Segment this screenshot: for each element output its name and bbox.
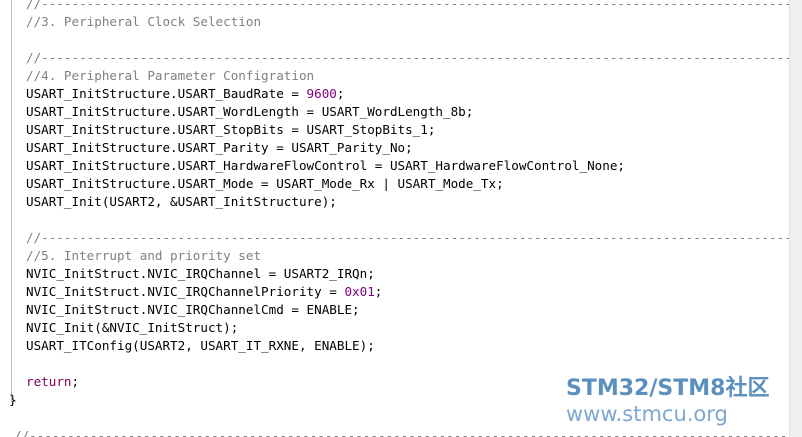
watermark-url: www.stmcu.org xyxy=(566,402,728,426)
code-line-comment: //4. Peripheral Parameter Configration xyxy=(26,68,315,83)
code-line: NVIC_InitStruct.NVIC_IRQChannelCmd = ENA… xyxy=(26,302,360,317)
code-text: NVIC_InitStruct.NVIC_IRQChannelPriority … xyxy=(26,284,345,299)
code-line: NVIC_Init(&NVIC_InitStruct); xyxy=(26,320,239,335)
watermark: STM32/STM8社区 www.stmcu.org xyxy=(566,376,796,426)
code-line-comment: //5. Interrupt and priority set xyxy=(26,248,262,263)
keyword-return: return xyxy=(26,374,72,389)
code-line: NVIC_InitStruct.NVIC_IRQChannel = USART2… xyxy=(26,266,375,281)
code-text: USART_InitStructure.USART_BaudRate = xyxy=(26,86,307,101)
code-text: ; xyxy=(71,374,80,389)
code-line: USART_InitStructure.USART_HardwareFlowCo… xyxy=(26,158,625,173)
code-line-separator: //--------------------------------------… xyxy=(26,0,790,11)
watermark-logo: STM32/STM8社区 xyxy=(566,376,770,401)
vertical-scrollbar[interactable] xyxy=(789,0,802,437)
code-line: USART_Init(USART2, &USART_InitStructure)… xyxy=(26,194,337,209)
code-line: USART_InitStructure.USART_WordLength = U… xyxy=(26,104,474,119)
code-line-comment: //3. Peripheral Clock Selection xyxy=(26,14,262,29)
code-line: USART_InitStructure.USART_Parity = USART… xyxy=(26,140,413,155)
number-literal: 0x01 xyxy=(344,284,375,299)
code-line: NVIC_InitStruct.NVIC_IRQChannelPriority … xyxy=(26,283,382,301)
code-text: ; xyxy=(336,86,345,101)
closing-brace: } xyxy=(9,392,17,407)
code-line: USART_InitStructure.USART_Mode = USART_M… xyxy=(26,176,504,191)
code-line-separator: //--------------------------------------… xyxy=(14,428,790,437)
fold-guide-line xyxy=(11,0,12,402)
code-line-separator: //--------------------------------------… xyxy=(26,230,790,245)
code-line-return: return; xyxy=(26,373,79,391)
code-line: USART_InitStructure.USART_BaudRate = 960… xyxy=(26,85,344,103)
code-line: USART_ITConfig(USART2, USART_IT_RXNE, EN… xyxy=(26,338,375,353)
number-literal: 9600 xyxy=(306,86,337,101)
code-line-separator: //--------------------------------------… xyxy=(26,50,790,65)
code-editor[interactable]: //--------------------------------------… xyxy=(0,0,790,437)
code-line: USART_InitStructure.USART_StopBits = USA… xyxy=(26,122,436,137)
code-text: ; xyxy=(374,284,383,299)
